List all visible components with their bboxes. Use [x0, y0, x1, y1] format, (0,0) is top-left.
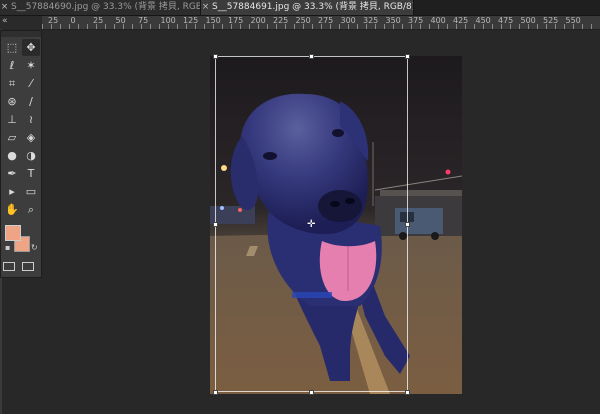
ruler-label: 150 [205, 16, 221, 25]
ruler-label: 125 [183, 16, 199, 25]
tab-title: S__57884690.jpg @ 33.3% (背景 拷貝, RGB/8) * [11, 2, 201, 12]
history-brush-icon[interactable]: ≀ [22, 111, 40, 128]
close-icon[interactable]: × [201, 0, 210, 15]
document-tab-bar: × S__57884690.jpg @ 33.3% (背景 拷貝, RGB/8) … [0, 0, 600, 16]
quick-mask-icon[interactable] [3, 262, 15, 271]
tab-document-1[interactable]: × S__57884690.jpg @ 33.3% (背景 拷貝, RGB/8) … [0, 0, 201, 15]
foreground-color-swatch[interactable] [5, 225, 21, 241]
move-icon[interactable]: ✥ [22, 39, 40, 56]
magic-wand-icon[interactable]: ✶ [22, 57, 40, 74]
ruler-label: 425 [453, 16, 469, 25]
clone-stamp-icon[interactable]: ⊥ [3, 111, 21, 128]
transform-handle-top-right[interactable] [405, 54, 410, 59]
brush-icon[interactable]: ∕ [22, 93, 40, 110]
close-icon[interactable]: × [0, 0, 9, 15]
collapse-icon[interactable]: « [2, 16, 8, 26]
lasso-icon[interactable]: ℓ [3, 57, 21, 74]
transform-handle-bottom-left[interactable] [213, 390, 218, 395]
transform-handle-top-left[interactable] [213, 54, 218, 59]
eraser-icon[interactable]: ▱ [3, 129, 21, 146]
ruler-label: 500 [520, 16, 536, 25]
screen-mode-icon[interactable] [22, 262, 34, 271]
default-colors-icon[interactable]: ▪ [5, 243, 10, 252]
blur-icon[interactable]: ● [3, 147, 21, 164]
transform-handle-top-center[interactable] [309, 54, 314, 59]
ruler-label: 75 [138, 16, 149, 25]
ruler-label: 375 [408, 16, 424, 25]
ruler-label: 400 [430, 16, 446, 25]
hand-icon[interactable]: ✋ [3, 201, 21, 218]
transform-handle-middle-left[interactable] [213, 222, 218, 227]
ruler-label: 325 [363, 16, 379, 25]
eyedropper-icon[interactable]: ⁄ [22, 75, 40, 92]
tools-panel-grip[interactable] [1, 31, 41, 37]
rectangle-shape-icon[interactable]: ▭ [22, 183, 40, 200]
transform-handle-middle-right[interactable] [405, 222, 410, 227]
document-canvas[interactable] [210, 56, 462, 394]
pen-icon[interactable]: ✒ [3, 165, 21, 182]
ruler-label: 550 [565, 16, 581, 25]
ruler-label: 25 [48, 16, 59, 25]
dog-photo [210, 56, 462, 394]
tab-document-2[interactable]: × S__57884691.jpg @ 33.3% (背景 拷貝, RGB/8) … [201, 0, 414, 15]
dodge-icon[interactable]: ◑ [22, 147, 40, 164]
ruler-label: 300 [340, 16, 356, 25]
crop-icon[interactable]: ⌗ [3, 75, 21, 92]
ruler-label: 50 [115, 16, 126, 25]
ruler-label: 225 [273, 16, 289, 25]
ruler-label: 25 [93, 16, 104, 25]
zoom-icon[interactable]: ⌕ [22, 201, 40, 218]
ruler-label: 450 [475, 16, 491, 25]
ruler-label: 200 [250, 16, 266, 25]
type-icon[interactable]: T [22, 165, 40, 182]
ruler-label: 175 [228, 16, 244, 25]
ruler-label: 100 [160, 16, 176, 25]
reference-point-icon[interactable]: ✛ [307, 220, 315, 230]
swap-colors-icon[interactable]: ↻ [31, 243, 38, 252]
ruler-label: 250 [295, 16, 311, 25]
ruler-label: 525 [543, 16, 559, 25]
path-selection-icon[interactable]: ▸ [3, 183, 21, 200]
horizontal-ruler: 25 0 25 50 75 100 125 150 175 200 225 250 275 300 325 3… [42, 16, 600, 30]
ruler-label: 350 [385, 16, 401, 25]
ruler-label: 275 [318, 16, 334, 25]
ruler-label: 0 [70, 16, 76, 25]
rectangular-marquee-icon[interactable]: ⬚ [3, 39, 21, 56]
tab-title: S__57884691.jpg @ 33.3% (背景 拷貝, RGB/8) * [212, 2, 414, 12]
toolbar-header: « [0, 16, 42, 29]
transform-handle-bottom-center[interactable] [309, 390, 314, 395]
spot-healing-icon[interactable]: ⊛ [3, 93, 21, 110]
transform-handle-bottom-right[interactable] [405, 390, 410, 395]
ruler-label: 475 [498, 16, 514, 25]
paint-bucket-icon[interactable]: ◈ [22, 129, 40, 146]
